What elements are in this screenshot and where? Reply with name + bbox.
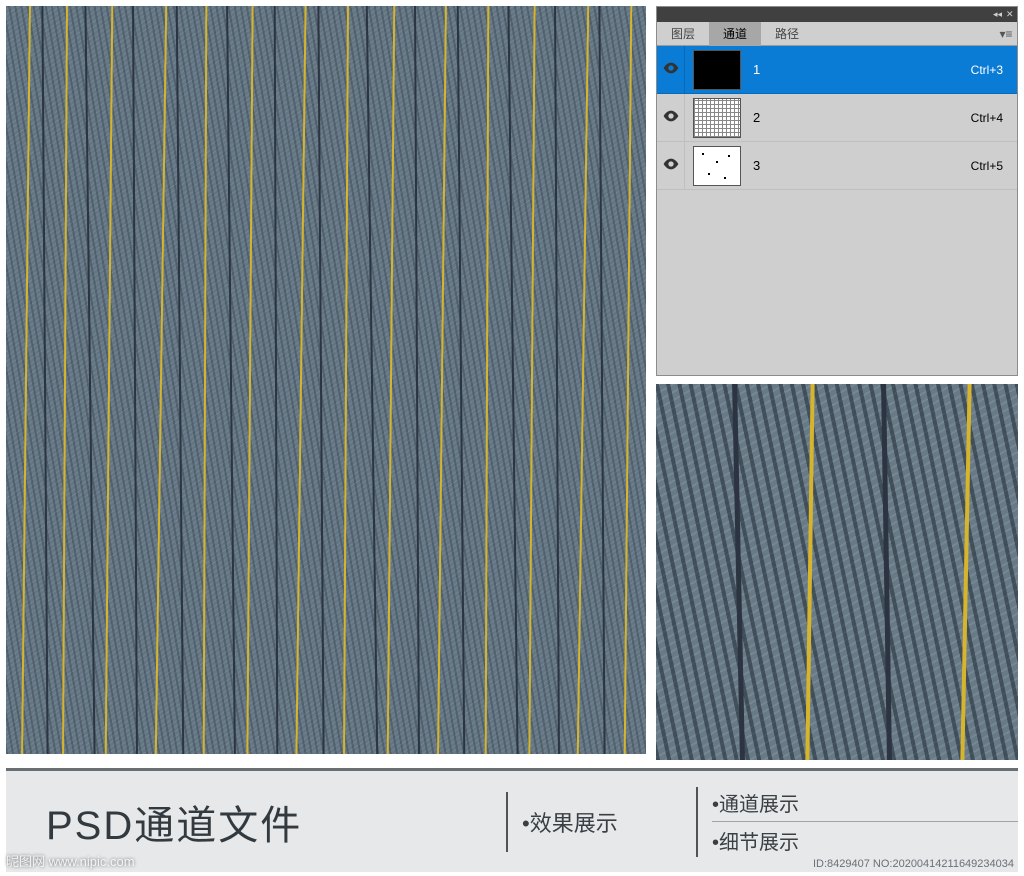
info-right-1: •通道展示 xyxy=(712,788,1018,817)
info-title: PSD通道文件 xyxy=(6,793,506,851)
watermark-id: ID:8429407 NO:20200414211649234034 xyxy=(813,858,1014,870)
channel-thumbnail xyxy=(693,98,741,138)
panel-titlebar: ◂◂ ✕ xyxy=(657,7,1017,22)
close-icon[interactable]: ✕ xyxy=(1006,11,1013,18)
panel-menu-icon[interactable]: ▾≡ xyxy=(999,27,1017,41)
info-band: PSD通道文件 •效果展示 •通道展示 •细节展示 xyxy=(6,768,1018,872)
main-texture-preview xyxy=(6,6,646,754)
channel-name: 1 xyxy=(749,62,971,77)
info-mid: •效果展示 xyxy=(506,792,696,852)
visibility-toggle[interactable] xyxy=(657,46,685,93)
channel-row[interactable]: 2 Ctrl+4 xyxy=(657,94,1017,142)
channel-row[interactable]: 3 Ctrl+5 xyxy=(657,142,1017,190)
channel-name: 2 xyxy=(749,110,971,125)
eye-icon xyxy=(663,110,679,125)
watermark-source: 昵图网 www.nipic.com xyxy=(6,851,135,870)
channel-thumbnail xyxy=(693,146,741,186)
eye-icon xyxy=(663,62,679,77)
channel-name: 3 xyxy=(749,158,971,173)
detail-texture-preview xyxy=(656,384,1018,760)
channel-row[interactable]: 1 Ctrl+3 xyxy=(657,46,1017,94)
panel-tabs: 图层 通道 路径 ▾≡ xyxy=(657,22,1017,46)
visibility-toggle[interactable] xyxy=(657,94,685,141)
channel-list: 1 Ctrl+3 2 Ctrl+4 xyxy=(657,46,1017,375)
tab-layers[interactable]: 图层 xyxy=(657,22,709,46)
info-right-2: •细节展示 xyxy=(712,821,1018,855)
tab-paths[interactable]: 路径 xyxy=(761,22,813,46)
eye-icon xyxy=(663,158,679,173)
channel-shortcut: Ctrl+4 xyxy=(971,111,1017,125)
channel-thumbnail xyxy=(693,50,741,90)
visibility-toggle[interactable] xyxy=(657,142,685,189)
tab-channels[interactable]: 通道 xyxy=(709,22,761,46)
collapse-icon[interactable]: ◂◂ xyxy=(993,11,1000,18)
channel-shortcut: Ctrl+5 xyxy=(971,159,1017,173)
channels-panel: ◂◂ ✕ 图层 通道 路径 ▾≡ 1 xyxy=(656,6,1018,376)
channel-shortcut: Ctrl+3 xyxy=(971,63,1017,77)
